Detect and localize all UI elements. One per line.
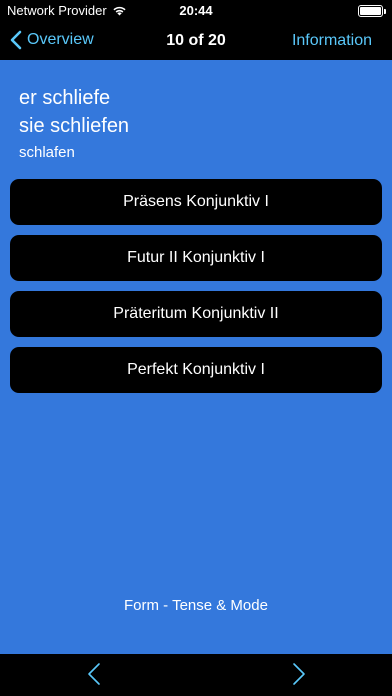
answer-option-button[interactable]: Futur II Konjunktiv I xyxy=(10,235,382,281)
information-button[interactable]: Information xyxy=(292,32,372,50)
answer-options: Präsens Konjunktiv I Futur II Konjunktiv… xyxy=(10,179,382,403)
answer-option-button[interactable]: Perfekt Konjunktiv I xyxy=(10,347,382,393)
back-button-label: Overview xyxy=(27,31,94,48)
navigation-bar: Overview 10 of 20 Information xyxy=(0,22,392,60)
chevron-right-icon xyxy=(292,662,306,686)
chevron-left-icon xyxy=(10,30,22,50)
status-right xyxy=(358,5,386,17)
app-screen: Network Provider 20:44 Overview 10 of 20… xyxy=(0,0,392,696)
battery-fill xyxy=(360,7,381,15)
prompt-infinitive: schlafen xyxy=(19,144,75,161)
status-time: 20:44 xyxy=(179,3,213,18)
bottom-toolbar xyxy=(0,654,392,696)
status-bar: Network Provider 20:44 xyxy=(0,0,392,22)
battery-icon xyxy=(358,5,386,17)
back-button[interactable]: Overview xyxy=(10,30,94,50)
answer-option-button[interactable]: Präteritum Konjunktiv II xyxy=(10,291,382,337)
chevron-left-icon xyxy=(87,662,101,686)
prompt-line: sie schliefen xyxy=(19,115,130,137)
next-button[interactable] xyxy=(292,662,306,686)
previous-button[interactable] xyxy=(87,662,101,686)
answer-option-button[interactable]: Präsens Konjunktiv I xyxy=(10,179,382,225)
prompt: er schliefe sie schliefen schlafen xyxy=(19,84,129,161)
quiz-card: er schliefe sie schliefen schlafen Präse… xyxy=(0,60,392,654)
prompt-line: er schliefe xyxy=(19,87,111,109)
question-type-label: Form - Tense & Mode xyxy=(124,597,268,614)
